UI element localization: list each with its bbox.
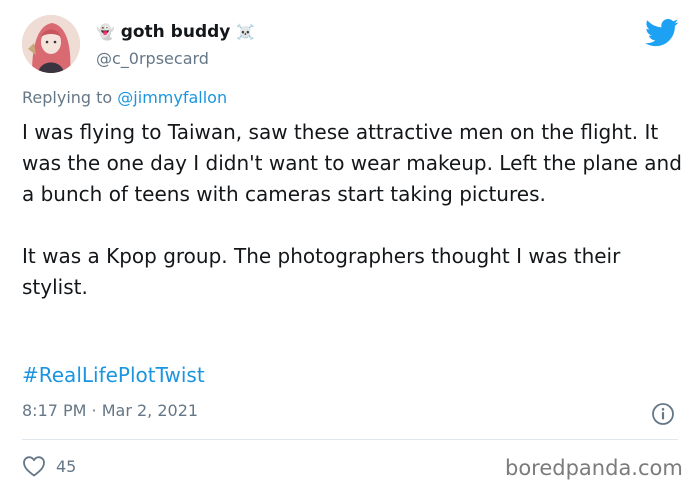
replying-to: Replying to @jimmyfallon bbox=[22, 88, 227, 107]
hashtag-link[interactable]: #RealLifePlotTwist bbox=[22, 363, 205, 387]
display-name-text[interactable]: goth buddy bbox=[121, 22, 231, 42]
twitter-bird-icon[interactable] bbox=[645, 18, 679, 48]
avatar[interactable] bbox=[22, 15, 80, 73]
display-name[interactable]: 👻 goth buddy ☠️ bbox=[96, 22, 255, 42]
ghost-emoji: 👻 bbox=[96, 22, 115, 41]
tweet-paragraph: It was a Kpop group. The photographers t… bbox=[22, 244, 621, 299]
tweet-text: I was flying to Taiwan, saw these attrac… bbox=[22, 117, 682, 303]
replying-prefix: Replying to bbox=[22, 88, 118, 107]
tweet-paragraph: I was flying to Taiwan, saw these attrac… bbox=[22, 120, 682, 206]
info-icon[interactable] bbox=[651, 402, 675, 426]
like-action[interactable]: 45 bbox=[22, 455, 76, 477]
timestamp[interactable]: 8:17 PM · Mar 2, 2021 bbox=[22, 401, 198, 420]
watermark: boredpanda.com bbox=[505, 456, 683, 480]
divider bbox=[22, 439, 678, 440]
user-handle[interactable]: @c_0rpsecard bbox=[96, 49, 209, 68]
skull-crossbones-emoji: ☠️ bbox=[236, 22, 256, 41]
replying-to-link[interactable]: @jimmyfallon bbox=[117, 88, 227, 107]
heart-icon[interactable] bbox=[22, 455, 46, 477]
like-count: 45 bbox=[56, 456, 77, 476]
